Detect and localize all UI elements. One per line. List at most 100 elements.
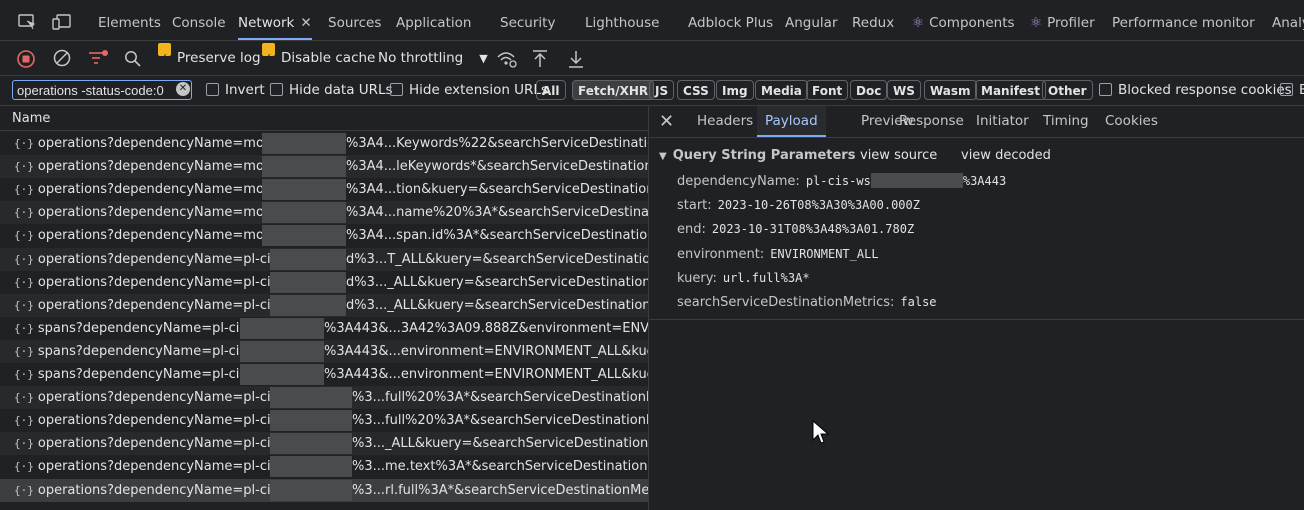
- request-row[interactable]: {·} operations?dependencyName=pl-cis-ws.%…: [0, 409, 648, 432]
- type-filter-manifest[interactable]: Manifest: [975, 80, 1046, 100]
- tab-angular[interactable]: Angular: [785, 0, 838, 40]
- network-conditions-icon[interactable]: [496, 49, 518, 69]
- type-filter-font[interactable]: Font: [806, 80, 849, 100]
- hide-extension-urls-checkbox[interactable]: Hide extension URLs: [390, 76, 548, 105]
- close-icon[interactable]: ✕: [659, 106, 674, 137]
- hide-data-urls-checkbox[interactable]: Hide data URLs: [270, 76, 393, 105]
- query-param: kuery: url.full%3A*: [677, 267, 810, 289]
- record-stop-icon[interactable]: [17, 50, 35, 68]
- request-row[interactable]: {·} spans?dependencyName=pl-cis-ws %3A443&…: [0, 339, 648, 363]
- query-param: environment: ENVIRONMENT_ALL: [677, 243, 879, 265]
- filter-input[interactable]: [12, 80, 192, 100]
- request-name-prefix: operations?dependencyName=mol-api: [37, 136, 293, 151]
- view-decoded-link[interactable]: view decoded: [961, 148, 1051, 163]
- export-icon[interactable]: [567, 49, 585, 69]
- clear-icon[interactable]: [53, 49, 71, 67]
- import-icon[interactable]: [531, 49, 549, 69]
- tab-performance-monitor[interactable]: Performance monitor: [1112, 0, 1255, 40]
- mouse-cursor-icon: [812, 419, 830, 450]
- redacted-region: [270, 387, 352, 409]
- request-row[interactable]: {·} operations?dependencyName=mol-api %3A4…: [0, 155, 648, 179]
- request-name-suffix: %3A443&...environment=ENVIRONMENT_ALL&ku…: [324, 367, 648, 382]
- tab-redux[interactable]: Redux: [852, 0, 894, 40]
- close-icon[interactable]: ✕: [300, 15, 311, 31]
- query-string-section-header[interactable]: ▼ Query String Parameters: [659, 148, 855, 163]
- tab-components[interactable]: ⚛ Components: [912, 0, 1015, 40]
- request-row[interactable]: {·} operations?dependencyName=pl-cis-ws.%…: [0, 432, 648, 456]
- tab-profiler[interactable]: ⚛ Profiler: [1030, 0, 1095, 40]
- tab-timing[interactable]: Timing: [1043, 106, 1089, 137]
- preserve-log-label: Preserve log: [177, 50, 261, 66]
- tab-response[interactable]: Response: [899, 106, 964, 137]
- redacted-region: [270, 248, 346, 270]
- preserve-log-checkbox[interactable]: Preserve log: [158, 41, 261, 75]
- tab-security[interactable]: Security: [500, 0, 555, 40]
- tab-initiator[interactable]: Initiator: [976, 106, 1029, 137]
- type-filter-all[interactable]: All: [536, 80, 566, 100]
- blocked-requests-checkbox[interactable]: B: [1280, 76, 1304, 105]
- tab-network-label: Network: [238, 15, 295, 31]
- collapse-triangle-icon: ▼: [659, 151, 667, 162]
- tab-lighthouse[interactable]: Lighthouse: [585, 0, 659, 40]
- tab-components-label: Components: [929, 15, 1015, 31]
- request-name-prefix: operations?dependencyName=pl-cis-ws.: [37, 297, 304, 313]
- request-row[interactable]: {·} operations?dependencyName=pl-cis-ws. d…: [0, 293, 648, 317]
- request-icon: {·}: [14, 160, 34, 174]
- type-filter-media[interactable]: Media: [755, 80, 808, 100]
- request-row[interactable]: {·} operations?dependencyName=pl-cis-ws. d…: [0, 271, 648, 294]
- type-filter-wasm[interactable]: Wasm: [924, 80, 977, 100]
- tab-adblock-plus[interactable]: Adblock Plus: [688, 0, 773, 40]
- type-filter-js[interactable]: JS: [649, 80, 675, 100]
- tab-sources[interactable]: Sources: [328, 0, 381, 40]
- view-source-link[interactable]: view source: [860, 148, 937, 163]
- blocked-response-cookies-label: Blocked response cookies: [1118, 82, 1292, 98]
- tab-payload[interactable]: Payload: [757, 106, 826, 137]
- throttling-select[interactable]: No throttling ▼: [378, 41, 488, 75]
- invert-checkbox[interactable]: Invert: [206, 76, 265, 105]
- clear-input-icon[interactable]: ✕: [176, 82, 190, 96]
- tab-analy[interactable]: Analy: [1272, 0, 1304, 40]
- search-icon[interactable]: [124, 50, 142, 68]
- param-value: false: [900, 295, 937, 309]
- request-name-suffix: %3A443&...environment=ENVIRONMENT_ALL&ku…: [324, 343, 648, 359]
- disable-cache-checkbox[interactable]: Disable cache: [262, 41, 375, 75]
- request-row[interactable]: {·} operations?dependencyName=pl-cis-ws.%…: [0, 386, 648, 410]
- redacted-region: [240, 317, 324, 339]
- tab-application[interactable]: Application: [396, 0, 471, 40]
- type-filter-doc[interactable]: Doc: [850, 80, 888, 100]
- request-row[interactable]: {·} operations?dependencyName=pl-cis-ws. d…: [0, 247, 648, 271]
- type-filter-css[interactable]: CSS: [677, 80, 715, 100]
- type-filter-other[interactable]: Other: [1042, 80, 1093, 100]
- request-row[interactable]: {·} operations?dependencyName=pl-cis-ws.%…: [0, 455, 648, 478]
- tab-cookies[interactable]: Cookies: [1105, 106, 1158, 137]
- type-filter-fetch-xhr[interactable]: Fetch/XHR: [572, 80, 655, 100]
- react-icon: ⚛: [1030, 15, 1043, 31]
- request-row[interactable]: {·} spans?dependencyName=pl-cis-ws %3A443&…: [0, 363, 648, 386]
- tab-headers[interactable]: Headers: [697, 106, 753, 137]
- request-name-suffix: %3A4...tion&kuery=&searchServiceDestinat…: [346, 182, 648, 198]
- device-toggle-icon[interactable]: [52, 14, 72, 34]
- tab-elements[interactable]: Elements: [98, 0, 161, 40]
- tab-network[interactable]: Network ✕: [238, 0, 312, 40]
- redacted-region: [262, 133, 346, 154]
- blocked-response-cookies-checkbox[interactable]: Blocked response cookies: [1099, 76, 1292, 105]
- name-column-header[interactable]: Name: [0, 106, 648, 131]
- request-row[interactable]: {·} operations?dependencyName=pl-cis-ws.%…: [0, 478, 648, 502]
- request-row[interactable]: {·} operations?dependencyName=mol-api %3A4…: [0, 224, 648, 247]
- request-row[interactable]: {·} operations?dependencyName=mol-api %3A4…: [0, 132, 648, 155]
- invert-label: Invert: [225, 82, 265, 98]
- request-icon: {·}: [14, 460, 34, 474]
- request-row[interactable]: {·} operations?dependencyName=mol-api %3A4…: [0, 201, 648, 225]
- type-filter-ws[interactable]: WS: [887, 80, 921, 100]
- type-filter-img[interactable]: Img: [716, 80, 754, 100]
- filter-icon[interactable]: [87, 48, 109, 68]
- hide-extension-urls-label: Hide extension URLs: [409, 82, 548, 98]
- request-name-suffix: d%3...T_ALL&kuery=&searchServiceDestinat…: [346, 251, 648, 267]
- checkbox-unchecked-icon: [390, 83, 403, 96]
- request-icon: {·}: [14, 229, 34, 243]
- request-row[interactable]: {·} spans?dependencyName=pl-cis-ws %3A443&…: [0, 317, 648, 340]
- tab-console[interactable]: Console: [172, 0, 226, 40]
- redacted-region: [262, 179, 346, 201]
- request-row[interactable]: {·} operations?dependencyName=mol-api %3A4…: [0, 178, 648, 201]
- inspect-icon[interactable]: [18, 14, 36, 34]
